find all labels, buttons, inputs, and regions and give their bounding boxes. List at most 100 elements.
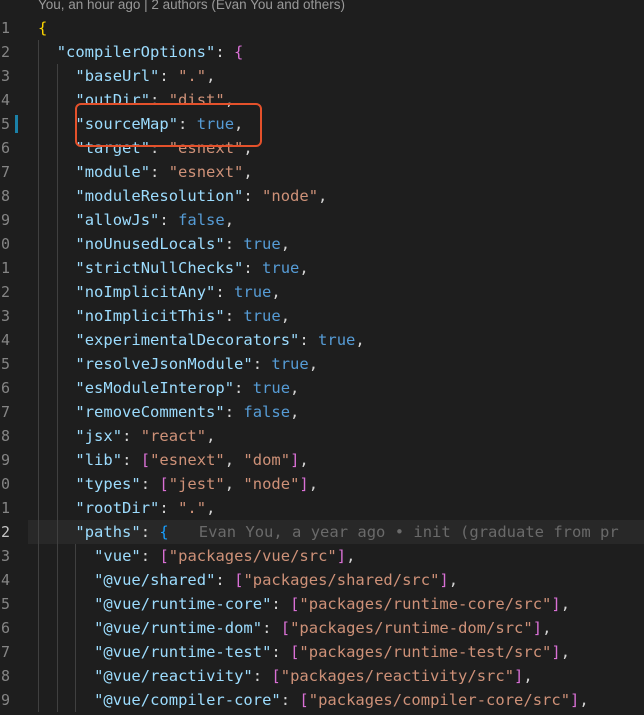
code-text: "rootDir": ".",	[75, 496, 215, 520]
line-number: 0	[0, 475, 10, 493]
code-line[interactable]: 1 "rootDir": ".",	[0, 496, 644, 520]
indent-guide	[56, 640, 58, 664]
open-bracket: [	[271, 667, 281, 685]
indent-guide	[38, 208, 39, 232]
code-line[interactable]: 3 "baseUrl": ".",	[0, 64, 644, 88]
code-line[interactable]: 1{	[0, 16, 644, 40]
indent-guide	[38, 232, 39, 256]
json-key: "esModuleInterop"	[75, 379, 235, 397]
code-line[interactable]: 2 "compilerOptions": {	[0, 40, 644, 64]
json-array-item: "packages/runtime-core/src"	[299, 595, 552, 613]
indent-guide	[56, 544, 58, 568]
code-line[interactable]: 6 "esModuleInterop": true,	[0, 376, 644, 400]
colon: :	[224, 403, 244, 421]
code-line[interactable]: 0 "noUnusedLocals": true,	[0, 232, 644, 256]
json-key: "@vue/reactivity"	[94, 667, 253, 685]
json-key: "vue"	[94, 547, 141, 565]
json-string-value: "react"	[140, 427, 207, 445]
json-key: "paths"	[75, 523, 141, 541]
colon: :	[150, 163, 169, 181]
code-line[interactable]: 0 "types": ["jest", "node"],	[0, 472, 644, 496]
code-line[interactable]: 9 "lib": ["esnext", "dom"],	[0, 448, 644, 472]
colon: :	[243, 187, 263, 205]
code-text: "noImplicitThis": true,	[75, 304, 290, 328]
indent-guide	[38, 640, 39, 664]
code-line[interactable]: 9 "allowJs": false,	[0, 208, 644, 232]
json-boolean-value: true	[262, 259, 300, 277]
comma: ,	[308, 475, 319, 493]
line-number: 4	[0, 91, 10, 109]
code-text: "@vue/reactivity": ["packages/reactivity…	[94, 664, 533, 688]
line-number: 0	[0, 235, 10, 253]
code-editor[interactable]: You, an hour ago | 2 authors (Evan You a…	[0, 0, 644, 715]
code-line[interactable]: 3 "vue": ["packages/vue/src"],	[0, 544, 644, 568]
json-key: "rootDir"	[75, 499, 160, 517]
indent-guide	[56, 232, 58, 256]
json-boolean-value: false	[243, 403, 291, 421]
code-line[interactable]: 4 "experimentalDecorators": true,	[0, 328, 644, 352]
code-line[interactable]: 9 "@vue/compiler-core": ["packages/compil…	[0, 688, 644, 712]
codelens-authors[interactable]: You, an hour ago | 2 authors (Evan You a…	[38, 0, 345, 15]
code-line[interactable]: 5 "resolveJsonModule": true,	[0, 352, 644, 376]
code-line[interactable]: 6 "@vue/runtime-dom": ["packages/runtime-…	[0, 616, 644, 640]
json-boolean-value: true	[243, 307, 281, 325]
json-array-item: "packages/compiler-core/src"	[308, 691, 571, 709]
comma: ,	[299, 259, 309, 277]
code-line[interactable]: 8 "moduleResolution": "node",	[0, 184, 644, 208]
indent-guide	[38, 40, 39, 64]
comma: ,	[523, 667, 533, 685]
indent-guide	[38, 616, 39, 640]
json-array-item: "dom"	[243, 451, 291, 469]
json-key: "@vue/runtime-test"	[94, 643, 272, 661]
code-line[interactable]: 2 "noImplicitAny": true,	[0, 280, 644, 304]
code-line[interactable]: 8 "jsx": "react",	[0, 424, 644, 448]
indent-guide	[56, 304, 58, 328]
indent-guide	[38, 88, 39, 112]
open-brace: {	[38, 19, 48, 37]
code-line[interactable]: 3 "noImplicitThis": true,	[0, 304, 644, 328]
comma: ,	[355, 331, 365, 349]
code-line[interactable]: 7 "module": "esnext",	[0, 160, 644, 184]
indent-guide	[38, 112, 39, 136]
code-line[interactable]: 4 "@vue/shared": ["packages/shared/src"],	[0, 568, 644, 592]
code-line[interactable]: 2 "paths": {Evan You, a year ago • init (…	[0, 520, 644, 544]
json-key: "removeComments"	[75, 403, 225, 421]
code-text: {	[38, 16, 47, 40]
json-array-item: "packages/runtime-test/src"	[299, 643, 552, 661]
indent-guide	[56, 88, 58, 112]
colon: :	[299, 331, 319, 349]
colon: :	[159, 211, 179, 229]
indent-guide	[38, 496, 39, 520]
code-text: "strictNullChecks": true,	[75, 256, 308, 280]
code-line[interactable]: 1 "strictNullChecks": true,	[0, 256, 644, 280]
colon: :	[224, 307, 244, 325]
indent-guide	[56, 472, 58, 496]
json-key: "noImplicitAny"	[75, 283, 216, 301]
code-line[interactable]: 5 "@vue/runtime-core": ["packages/runtime…	[0, 592, 644, 616]
code-line[interactable]: 8 "@vue/reactivity": ["packages/reactivit…	[0, 664, 644, 688]
line-number: 9	[0, 211, 10, 229]
indent-guide	[38, 304, 39, 328]
json-string-value: "."	[178, 499, 207, 517]
comma: ,	[299, 451, 309, 469]
close-bracket: ]	[299, 475, 309, 493]
code-text: "@vue/runtime-core": ["packages/runtime-…	[94, 592, 570, 616]
code-text: "moduleResolution": "node",	[75, 184, 327, 208]
indent-guide	[38, 280, 39, 304]
code-line[interactable]: 7 "removeComments": false,	[0, 400, 644, 424]
indent-guide	[56, 592, 58, 616]
line-number: 4	[0, 331, 10, 349]
indent-guide	[56, 400, 58, 424]
json-array-item: "packages/vue/src"	[168, 547, 337, 565]
line-number: 6	[0, 139, 10, 157]
line-number: 5	[0, 595, 10, 613]
code-text: "allowJs": false,	[75, 208, 234, 232]
json-key: "@vue/runtime-dom"	[94, 619, 263, 637]
colon: :	[122, 451, 141, 469]
json-boolean-value: true	[252, 379, 291, 397]
code-line[interactable]: 7 "@vue/runtime-test": ["packages/runtime…	[0, 640, 644, 664]
comma: ,	[206, 67, 216, 85]
indent-guide	[38, 64, 39, 88]
open-brace: {	[234, 43, 244, 61]
code-text: "resolveJsonModule": true,	[75, 352, 318, 376]
